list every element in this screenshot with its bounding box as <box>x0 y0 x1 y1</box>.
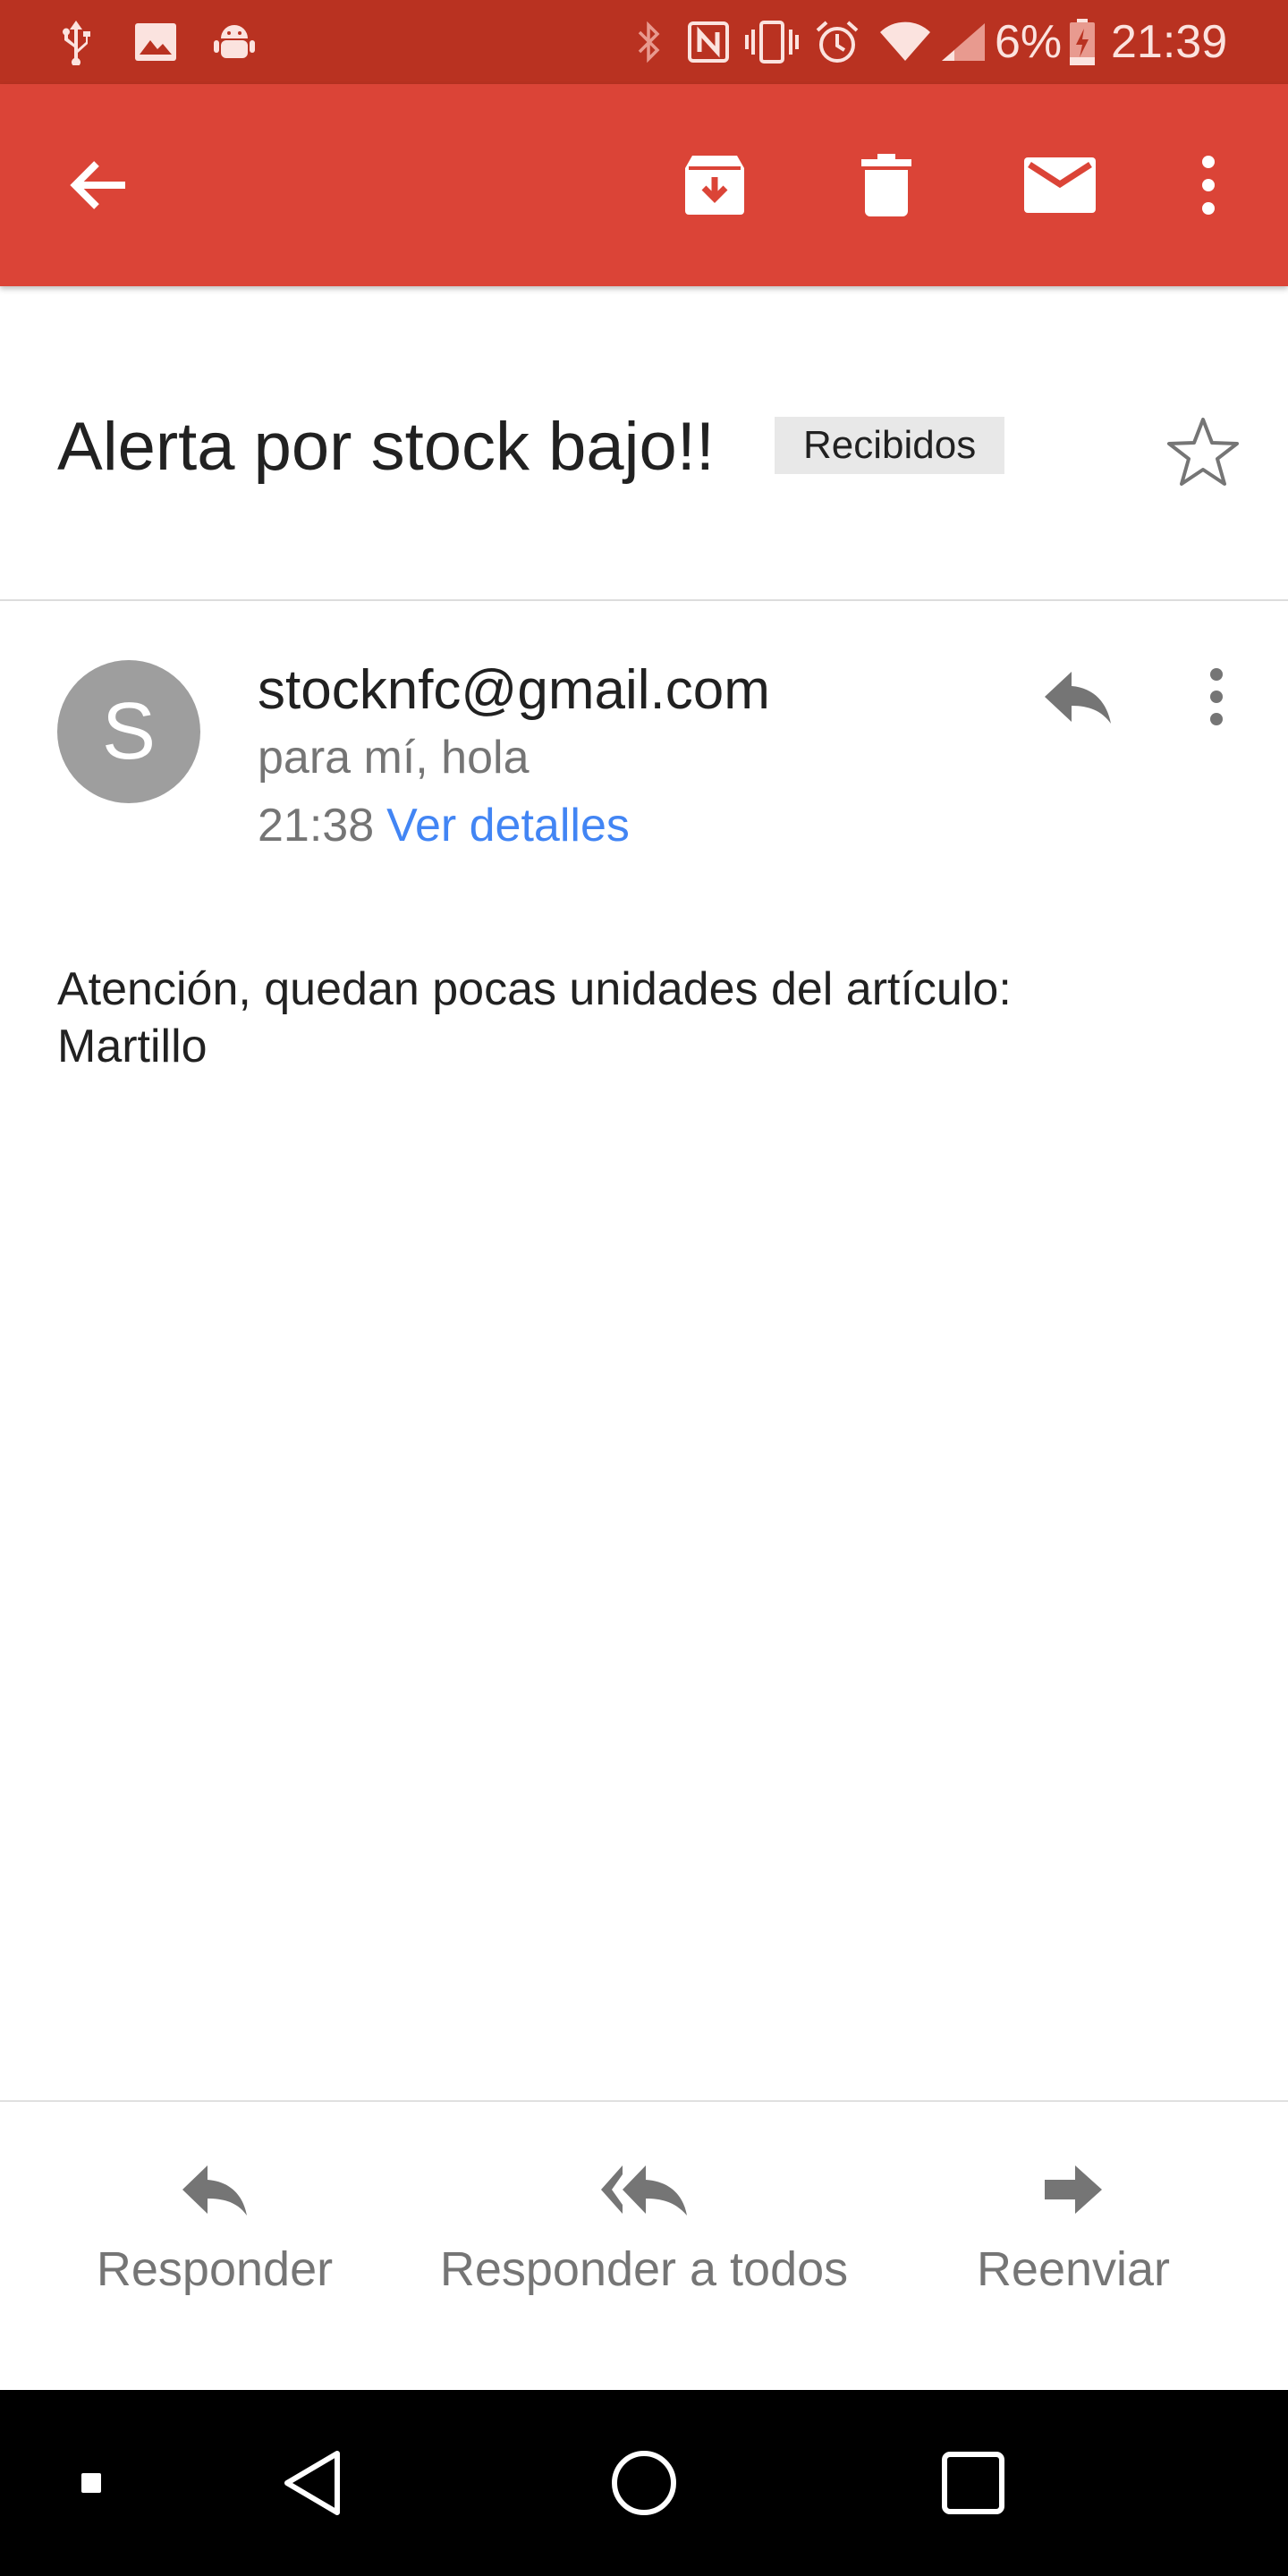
battery-percent: 6% <box>995 16 1063 68</box>
home-icon[interactable] <box>590 2429 698 2537</box>
navigation-bar <box>0 2390 1288 2576</box>
archive-icon[interactable] <box>665 136 764 234</box>
message-body: Atención, quedan pocas unidades del artí… <box>57 961 1220 1075</box>
wifi-icon <box>877 16 934 68</box>
message-header[interactable]: S stocknfc@gmail.com para mí, hola 21:38… <box>0 603 1288 898</box>
android-debug-icon <box>209 16 259 68</box>
avatar[interactable]: S <box>57 660 200 803</box>
dot-icon[interactable] <box>38 2429 145 2537</box>
clock: 21:39 <box>1111 16 1228 68</box>
reply-all-button[interactable]: Responder a todos <box>420 2102 868 2392</box>
forward-icon <box>1043 2154 1104 2225</box>
message-body-line: Atención, quedan pocas unidades del artí… <box>57 963 1012 1015</box>
sender-email: stocknfc@gmail.com <box>258 659 770 721</box>
reply-all-label: Responder a todos <box>439 2242 849 2296</box>
reply-icon[interactable] <box>1029 648 1127 746</box>
more-vert-icon[interactable] <box>1159 136 1258 234</box>
usb-icon <box>54 16 98 68</box>
reply-icon <box>181 2154 249 2225</box>
mark-unread-icon[interactable] <box>1011 136 1109 234</box>
back-icon[interactable] <box>259 2429 367 2537</box>
delete-icon[interactable] <box>837 136 936 234</box>
back-arrow-icon[interactable] <box>48 136 147 234</box>
forward-label: Reenviar <box>976 2242 1171 2296</box>
recipients: para mí, hola <box>258 732 530 784</box>
image-icon <box>132 16 179 68</box>
message-time: 21:38 <box>258 800 375 852</box>
inbox-label-chip[interactable]: Recibidos <box>775 417 1005 474</box>
reply-button[interactable]: Responder <box>80 2102 349 2392</box>
alarm-icon <box>812 16 862 68</box>
forward-button[interactable]: Reenviar <box>948 2102 1199 2392</box>
message-more-vert-icon[interactable] <box>1163 648 1270 746</box>
status-bar: 6% 21:39 <box>0 0 1288 84</box>
time-details-row: 21:38 Ver detalles <box>258 796 630 855</box>
view-details-link[interactable]: Ver detalles <box>386 800 630 852</box>
recents-icon[interactable] <box>919 2429 1027 2537</box>
star-icon[interactable] <box>1154 402 1252 501</box>
reply-all-icon <box>599 2154 689 2225</box>
vibrate-icon <box>742 16 801 68</box>
bluetooth-icon <box>630 16 669 68</box>
battery-charging-icon <box>1066 16 1098 68</box>
subject-row: Alerta por stock bajo!! Recibidos <box>0 286 1288 601</box>
email-subject: Alerta por stock bajo!! <box>57 409 716 485</box>
message-actions: Responder Responder a todos Reenviar <box>0 2100 1288 2390</box>
app-bar <box>0 84 1288 286</box>
message-body-line: Martillo <box>57 1021 208 1072</box>
nfc-icon <box>685 16 732 68</box>
reply-label: Responder <box>96 2242 334 2296</box>
signal-icon <box>936 16 989 68</box>
